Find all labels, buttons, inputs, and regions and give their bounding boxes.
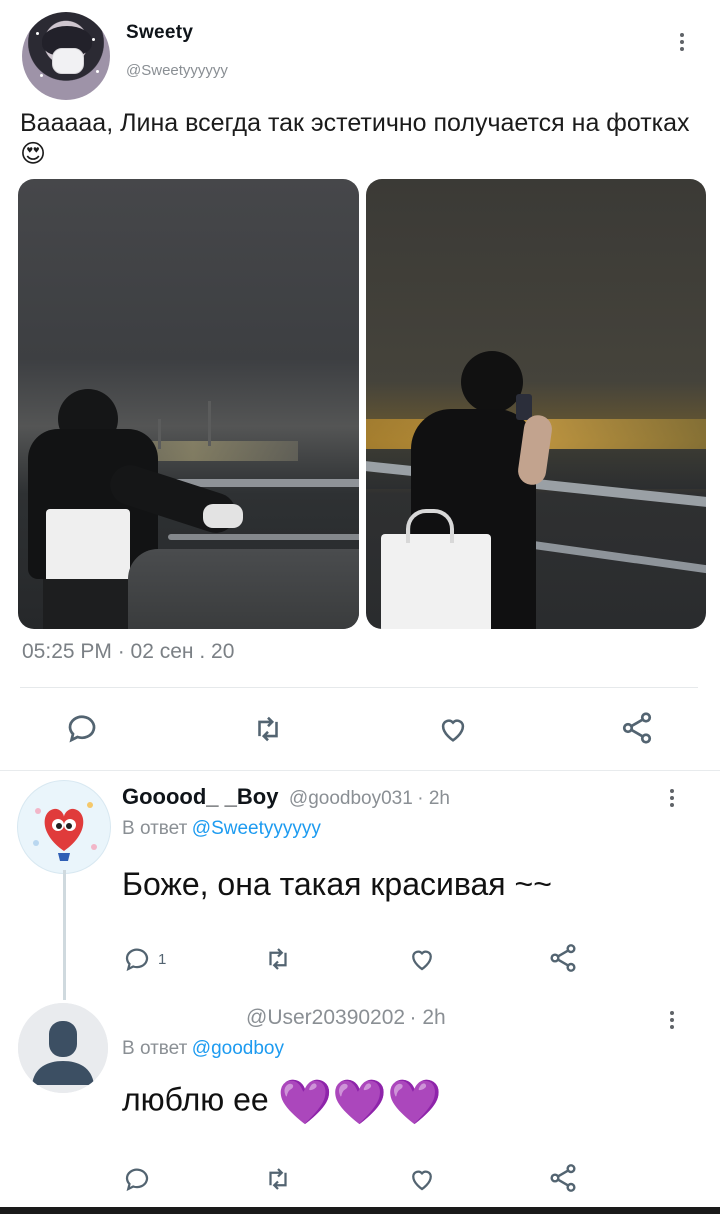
default-avatar[interactable] — [18, 1003, 108, 1093]
tweet-photo-1[interactable] — [18, 179, 359, 629]
like-button[interactable] — [406, 944, 438, 974]
reply-author-handle[interactable]: @User20390202 — [246, 1006, 405, 1029]
tweet-text: Вааааа, Лина всегда так эстетично получа… — [20, 108, 700, 170]
share-icon — [550, 1164, 576, 1192]
share-button[interactable] — [546, 942, 580, 974]
reply-button[interactable] — [122, 1164, 152, 1194]
share-button[interactable] — [546, 1162, 580, 1194]
tweet-timestamp: 05:25 PM · 02 сен . 20 — [22, 640, 235, 663]
tweet-photo-2[interactable] — [366, 179, 706, 629]
retweet-button[interactable] — [250, 712, 286, 746]
reply-author-handle[interactable]: @goodboy031 — [289, 788, 413, 809]
more-icon[interactable] — [670, 1008, 674, 1032]
reply-avatar[interactable] — [17, 780, 111, 874]
author-avatar[interactable] — [22, 12, 110, 100]
reply-to-label: В ответ — [122, 818, 188, 839]
like-button[interactable] — [435, 712, 471, 746]
reply-time: · 2h — [409, 1006, 446, 1029]
reply-author-name[interactable]: Gooood_ _Boy — [122, 784, 278, 809]
reply-emoji: 💜💜💜 — [277, 1078, 442, 1127]
reply-to-label: В ответ — [122, 1038, 188, 1059]
tweet-emoji: 😍 — [20, 140, 47, 168]
retweet-button[interactable] — [262, 1164, 294, 1194]
reply-button[interactable]: 1 — [122, 944, 166, 974]
retweet-icon — [269, 948, 287, 970]
share-button[interactable] — [618, 710, 656, 746]
like-icon — [412, 950, 432, 971]
thread-line — [63, 870, 66, 1000]
retweet-button[interactable] — [262, 944, 294, 974]
like-icon — [412, 1170, 432, 1191]
more-icon[interactable] — [680, 30, 684, 54]
reply-body: люблю ее — [122, 1081, 269, 1118]
share-icon — [550, 944, 576, 972]
reply-header: Gooood_ _Boy @goodboy031 · 2h — [122, 784, 450, 810]
retweet-icon — [258, 716, 278, 742]
like-icon — [441, 719, 465, 742]
reply-context: В ответ @Sweetyyyyyy — [122, 818, 321, 840]
reply-time: · 2h — [417, 788, 450, 809]
reply-to-handle[interactable]: @goodboy — [192, 1038, 284, 1059]
bottom-edge — [0, 1207, 720, 1214]
author-name[interactable]: Sweety — [126, 22, 193, 44]
reply-context: В ответ @goodboy — [122, 1038, 284, 1060]
author-handle[interactable]: @Sweetyyyyyy — [126, 62, 228, 79]
reply-text: люблю ее 💜💜💜 — [122, 1076, 442, 1128]
more-icon[interactable] — [670, 786, 674, 810]
tweet-body: Вааааа, Лина всегда так эстетично получа… — [20, 109, 690, 137]
reply-icon — [68, 715, 96, 743]
retweet-icon — [269, 1168, 287, 1190]
reply-icon — [125, 1168, 149, 1192]
divider — [20, 687, 698, 688]
like-button[interactable] — [406, 1164, 438, 1194]
share-icon — [622, 712, 652, 744]
reply-text: Боже, она такая красивая ~~ — [122, 866, 552, 902]
reply-button[interactable] — [64, 710, 100, 746]
divider — [0, 770, 720, 771]
reply-count: 1 — [158, 950, 167, 968]
reply-to-handle[interactable]: @Sweetyyyyyy — [192, 818, 321, 839]
reply-icon — [125, 948, 149, 972]
reply-header: @User20390202 · 2h — [246, 1006, 446, 1030]
